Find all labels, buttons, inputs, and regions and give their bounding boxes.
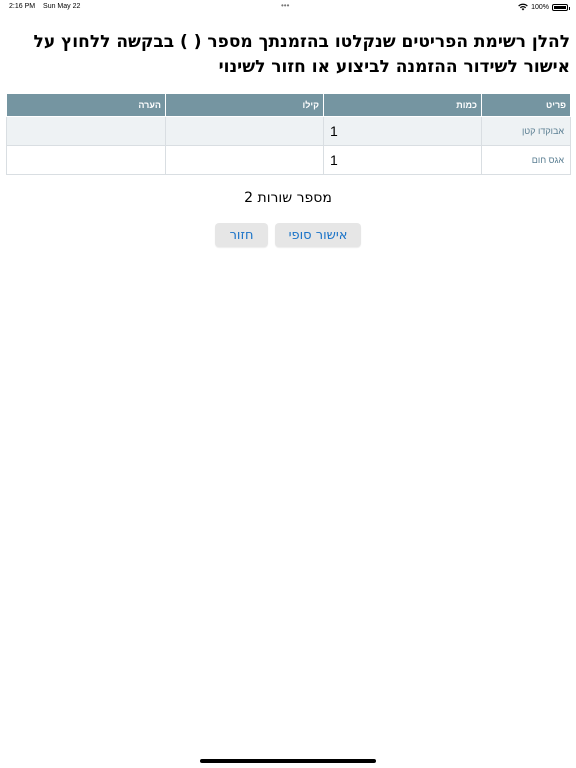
item-kilo[interactable]	[165, 145, 324, 175]
item-qty[interactable]: 1	[323, 116, 482, 146]
header-qty: כמות	[323, 93, 482, 117]
table-row[interactable]: אבוקדו קטן 1	[6, 116, 571, 146]
status-left: 2:16 PM Sun May 22	[9, 3, 86, 10]
item-note[interactable]	[6, 116, 166, 146]
battery-fill	[554, 5, 566, 9]
home-indicator[interactable]	[200, 759, 376, 763]
item-name[interactable]: אבוקדו קטן	[481, 116, 571, 146]
battery-percent: 100%	[531, 3, 549, 11]
item-kilo[interactable]	[165, 116, 324, 146]
header-item: פריט	[481, 93, 571, 117]
final-confirm-button[interactable]: אישור סופי	[275, 223, 361, 247]
multitasking-dots-icon[interactable]: •••	[281, 1, 289, 10]
table-header-row: פריט כמות קילו הערה	[6, 93, 571, 117]
wifi-icon	[518, 3, 528, 11]
page-title: להלן רשימת הפריטים שנקלטו בהזמנתך מספר (…	[33, 32, 570, 77]
header-kilo: קילו	[165, 93, 324, 117]
status-bar: 2:16 PM Sun May 22 ••• 100%	[0, 0, 576, 14]
status-right: 100%	[518, 3, 570, 11]
back-button[interactable]: חזור	[215, 223, 268, 247]
battery-icon	[552, 3, 570, 11]
item-qty[interactable]: 1	[323, 145, 482, 175]
item-name[interactable]: אגס חום	[481, 145, 571, 175]
status-time: 2:16 PM	[9, 3, 36, 10]
item-note[interactable]	[6, 145, 166, 175]
table-row[interactable]: אגס חום 1	[6, 145, 571, 175]
header-note: הערה	[6, 93, 166, 117]
status-date: Sun May 22	[43, 3, 81, 10]
order-items-table: פריט כמות קילו הערה אבוקדו קטן 1 אגס חום…	[6, 93, 571, 175]
row-count-label: מספר שורות 2	[244, 190, 332, 206]
